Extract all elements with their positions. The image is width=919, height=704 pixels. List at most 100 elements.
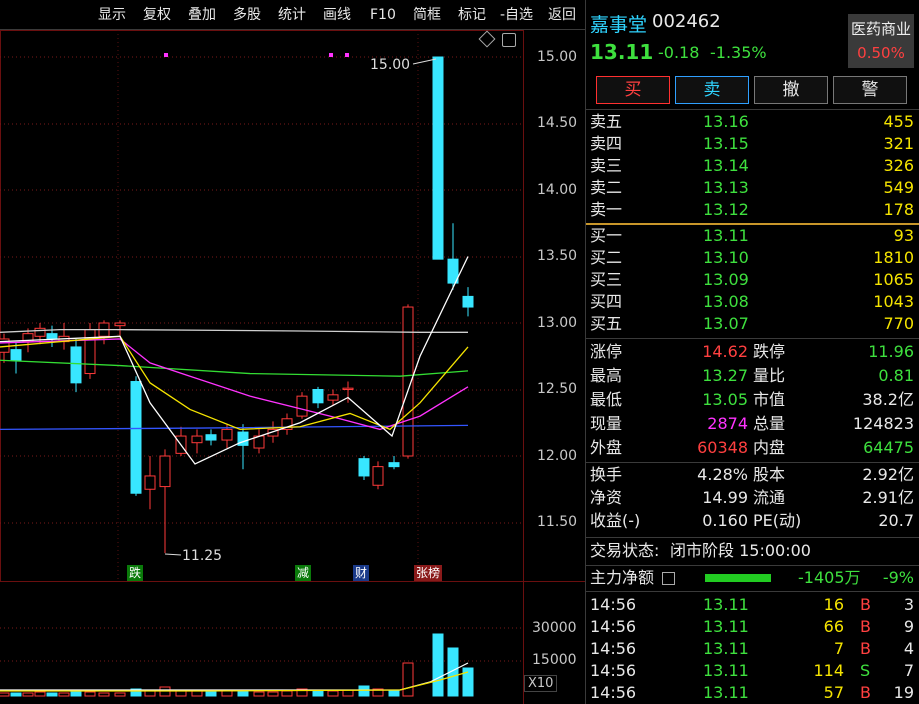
stat-value: 2.91亿	[862, 488, 914, 507]
volume-bar	[342, 689, 354, 697]
ask-volume: 178	[883, 200, 914, 219]
ask-label: 卖二	[590, 178, 623, 197]
ask-row-2[interactable]: 卖二 13.13 549	[590, 177, 916, 199]
ma-line	[0, 328, 468, 333]
stat-value: 38.2亿	[862, 390, 914, 409]
cancel-order-button[interactable]: 撤	[754, 76, 828, 104]
volume-bar	[10, 692, 22, 697]
bid-row-5[interactable]: 买五 13.07 770	[590, 313, 916, 335]
volume-bar	[388, 689, 400, 697]
ask-row-4[interactable]: 卖四 13.15 321	[590, 133, 916, 155]
stat-label: 流通	[753, 488, 786, 507]
event-marker-finance[interactable]: 财	[353, 565, 370, 581]
toolbar-draw-button[interactable]: 画线	[323, 4, 351, 26]
stat-label: 股本	[753, 465, 786, 484]
ask-row-1[interactable]: 卖一 13.12 178	[590, 199, 916, 221]
tick-volume: 57	[823, 683, 844, 702]
tick-count: 4	[903, 639, 914, 658]
toolbar-overlay-button[interactable]: 叠加	[188, 4, 216, 26]
volume-bar	[267, 691, 279, 697]
toolbar-adjust-button[interactable]: 复权	[143, 4, 171, 26]
sell-button[interactable]: 卖	[675, 76, 749, 104]
kline-chart[interactable]	[0, 0, 585, 704]
bid-price: 13.09	[703, 270, 749, 289]
max-price-label: 15.00	[370, 57, 411, 73]
main-flow-label: 主力净额	[590, 568, 655, 587]
tick-volume: 16	[823, 595, 844, 614]
candle-body	[144, 475, 156, 490]
bid-volume: 770	[883, 314, 914, 333]
bid-row-2[interactable]: 买二 13.10 1810	[590, 247, 916, 269]
ask-volume: 549	[883, 178, 914, 197]
buy-button[interactable]: 买	[596, 76, 670, 104]
bid-label: 买五	[590, 314, 623, 333]
tick-price: 13.11	[703, 617, 749, 636]
ask-row-5[interactable]: 卖五 13.16 455	[590, 111, 916, 133]
stat-label: 外盘	[590, 438, 623, 457]
stat-label: 最高	[590, 366, 623, 385]
tick-row: 14:56 13.11 57 B 19	[590, 682, 916, 704]
ask-row-3[interactable]: 卖三 13.14 326	[590, 155, 916, 177]
stat-label: 跌停	[753, 342, 786, 361]
event-marker-billboard[interactable]: 张榜	[414, 565, 443, 581]
signal-dot	[345, 53, 349, 57]
sector-pct: 0.50%	[857, 44, 905, 62]
bid-row-1[interactable]: 买一 13.11 93	[590, 225, 916, 247]
tick-count: 3	[903, 595, 914, 614]
event-marker-drop[interactable]: 跌	[127, 565, 144, 581]
stat-label: 现量	[590, 414, 623, 433]
stat-row: 净资 14.99 流通 2.91亿	[590, 487, 916, 509]
stat-label: 市值	[753, 390, 786, 409]
stat-label: 总量	[753, 414, 786, 433]
kline-chart-area[interactable]: 显示 复权 叠加 多股 统计 画线 F10 简框 标记 -自选 返回 15.00…	[0, 0, 585, 704]
price-axis-label: 15.00	[537, 49, 578, 65]
ma-line	[0, 359, 469, 377]
expand-icon[interactable]	[502, 33, 516, 47]
stat-value: 14.62	[702, 342, 748, 361]
main-flow-row[interactable]: 主力净额 -1405万 -9%	[590, 567, 916, 589]
tick-count: 19	[893, 683, 914, 702]
tick-time: 14:56	[590, 639, 637, 658]
stat-value: 11.96	[868, 342, 914, 361]
stat-label: 换手	[590, 465, 623, 484]
tick-price: 13.11	[703, 639, 749, 658]
bid-row-4[interactable]: 买四 13.08 1043	[590, 291, 916, 313]
candle-body	[130, 381, 142, 494]
ask-volume: 455	[883, 112, 914, 131]
toolbar-simple-frame-button[interactable]: 简框	[413, 4, 441, 26]
toolbar-f10-button[interactable]: F10	[370, 4, 396, 26]
quote-panel: 嘉事堂 002462 13.11 -0.18 -1.35% 医药商业 0.50%…	[585, 0, 919, 704]
stat-value: 64475	[863, 438, 914, 457]
bid-price: 13.08	[703, 292, 749, 311]
toolbar-watchlist-button[interactable]: -自选	[500, 4, 533, 26]
bid-label: 买四	[590, 292, 623, 311]
volume-axis-label: 15000	[532, 652, 577, 668]
tick-row: 14:56 13.11 66 B 9	[590, 616, 916, 638]
ask-volume: 321	[883, 134, 914, 153]
toolbar-multistock-button[interactable]: 多股	[233, 4, 261, 26]
toolbar-stats-button[interactable]: 统计	[278, 4, 306, 26]
stat-value: 2.92亿	[862, 465, 914, 484]
toolbar-mark-button[interactable]: 标记	[458, 4, 486, 26]
bid-volume: 1810	[873, 248, 914, 267]
candle-body	[296, 395, 308, 417]
list-icon[interactable]	[662, 572, 675, 585]
event-marker-reduce[interactable]: 减	[295, 565, 312, 581]
volume-bar	[0, 692, 10, 697]
stat-label: 内盘	[753, 438, 786, 457]
sector-box[interactable]: 医药商业 0.50%	[848, 14, 914, 68]
toolbar-back-button[interactable]: 返回	[548, 4, 576, 26]
toolbar-display-button[interactable]: 显示	[98, 4, 126, 26]
stat-row: 外盘 60348 内盘 64475	[590, 437, 916, 459]
main-flow-amount: -1405万	[798, 568, 861, 587]
bid-row-3[interactable]: 买三 13.09 1065	[590, 269, 916, 291]
stat-value: 2874	[707, 414, 748, 433]
tick-side: B	[860, 683, 871, 702]
tick-volume: 66	[823, 617, 844, 636]
price-change: -0.18	[658, 43, 700, 62]
stat-label: PE(动)	[753, 511, 802, 530]
candle-body	[388, 462, 400, 468]
volume-bar	[281, 690, 293, 697]
stat-label: 净资	[590, 488, 623, 507]
alert-button[interactable]: 警	[833, 76, 907, 104]
